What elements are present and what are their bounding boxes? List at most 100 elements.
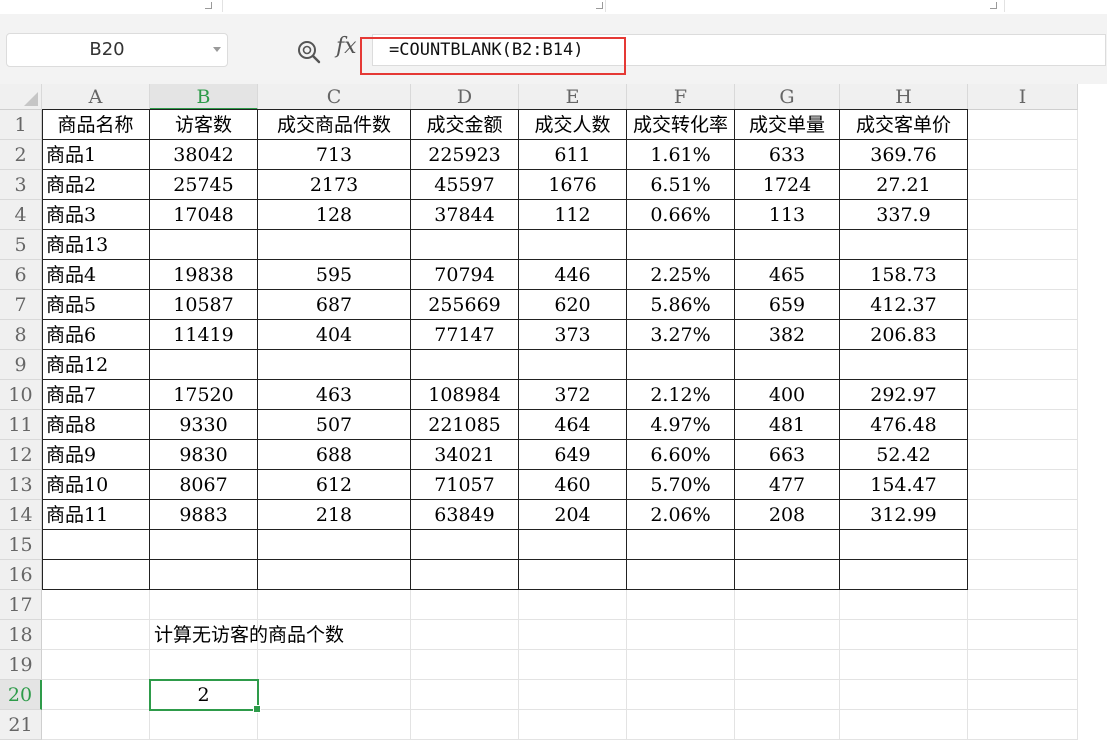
cell-d[interactable]: 34021 [411, 440, 519, 470]
cell-b[interactable]: 17520 [150, 380, 258, 410]
row-header[interactable]: 12 [0, 440, 42, 470]
cell-i[interactable] [968, 650, 1078, 680]
row-header[interactable]: 18 [0, 620, 42, 650]
row-header[interactable]: 6 [0, 260, 42, 290]
cell-f[interactable] [627, 590, 735, 620]
cell-c[interactable]: 463 [258, 380, 411, 410]
cell-h[interactable]: 412.37 [840, 290, 968, 320]
column-header-i[interactable]: I [968, 84, 1078, 110]
dialog-launcher-icon[interactable] [596, 2, 603, 9]
cell-d[interactable] [411, 230, 519, 260]
row-header[interactable]: 9 [0, 350, 42, 380]
cell-e[interactable]: 620 [519, 290, 627, 320]
cell-b[interactable]: 11419 [150, 320, 258, 350]
row-header[interactable]: 8 [0, 320, 42, 350]
cell-a[interactable]: 商品6 [42, 320, 150, 350]
cell-c[interactable] [258, 350, 411, 380]
cell-g[interactable] [735, 560, 840, 590]
cell-a[interactable] [42, 650, 150, 680]
cell-i[interactable] [968, 530, 1078, 560]
row-header[interactable]: 4 [0, 200, 42, 230]
cell-i[interactable] [968, 590, 1078, 620]
cell-c[interactable] [258, 620, 411, 650]
cell-d[interactable]: 37844 [411, 200, 519, 230]
chevron-down-icon[interactable] [213, 47, 221, 52]
cell-b[interactable]: 访客数 [150, 110, 258, 140]
cell-g[interactable]: 481 [735, 410, 840, 440]
cell-c[interactable]: 2173 [258, 170, 411, 200]
cell-a[interactable] [42, 620, 150, 650]
cell-g[interactable] [735, 590, 840, 620]
row-header[interactable]: 1 [0, 110, 42, 140]
dialog-launcher-icon[interactable] [990, 2, 997, 9]
row-header[interactable]: 21 [0, 710, 42, 740]
cell-c[interactable] [258, 230, 411, 260]
cell-d[interactable]: 225923 [411, 140, 519, 170]
cell-d[interactable] [411, 530, 519, 560]
cell-a[interactable]: 商品名称 [42, 110, 150, 140]
cell-i[interactable] [968, 260, 1078, 290]
cell-h[interactable] [840, 350, 968, 380]
cell-h[interactable]: 27.21 [840, 170, 968, 200]
cell-c[interactable] [258, 560, 411, 590]
cell-e[interactable] [519, 230, 627, 260]
cell-b[interactable] [150, 590, 258, 620]
row-header[interactable]: 7 [0, 290, 42, 320]
cell-i[interactable] [968, 620, 1078, 650]
cell-b[interactable]: 计算无访客的商品个数 [150, 620, 344, 650]
cell-e[interactable]: 112 [519, 200, 627, 230]
cell-i[interactable] [968, 470, 1078, 500]
cell-c[interactable] [258, 530, 411, 560]
cell-e[interactable]: 成交人数 [519, 110, 627, 140]
cell-b[interactable]: 19838 [150, 260, 258, 290]
cell-g[interactable]: 400 [735, 380, 840, 410]
cell-a[interactable]: 商品7 [42, 380, 150, 410]
cell-c[interactable] [258, 590, 411, 620]
zoom-icon[interactable] [296, 39, 322, 65]
cell-g[interactable] [735, 680, 840, 710]
cell-f[interactable]: 2.25% [627, 260, 735, 290]
row-header[interactable]: 19 [0, 650, 42, 680]
cell-a[interactable]: 商品2 [42, 170, 150, 200]
cell-d[interactable] [411, 350, 519, 380]
cell-i[interactable] [968, 560, 1078, 590]
cell-a[interactable]: 商品13 [42, 230, 150, 260]
cell-d[interactable]: 255669 [411, 290, 519, 320]
cell-i[interactable] [968, 110, 1078, 140]
row-header[interactable]: 3 [0, 170, 42, 200]
cell-f[interactable]: 5.70% [627, 470, 735, 500]
cell-g[interactable]: 477 [735, 470, 840, 500]
dialog-launcher-icon[interactable] [205, 2, 212, 9]
cell-i[interactable] [968, 440, 1078, 470]
select-all-corner[interactable] [0, 84, 42, 110]
cell-d[interactable] [411, 560, 519, 590]
cell-i[interactable] [968, 410, 1078, 440]
cell-i[interactable] [968, 680, 1078, 710]
cell-h[interactable]: 312.99 [840, 500, 968, 530]
cell-g[interactable]: 113 [735, 200, 840, 230]
cell-g[interactable] [735, 230, 840, 260]
cell-b[interactable]: 9830 [150, 440, 258, 470]
cell-a[interactable]: 商品11 [42, 500, 150, 530]
cell-i[interactable] [968, 380, 1078, 410]
row-header[interactable]: 15 [0, 530, 42, 560]
cell-f[interactable] [627, 350, 735, 380]
cell-b[interactable] [150, 650, 258, 680]
cell-b[interactable]: 38042 [150, 140, 258, 170]
cell-h[interactable] [840, 710, 968, 740]
cell-a[interactable]: 商品1 [42, 140, 150, 170]
cell-e[interactable]: 464 [519, 410, 627, 440]
cell-i[interactable] [968, 170, 1078, 200]
cell-f[interactable]: 6.60% [627, 440, 735, 470]
cell-g[interactable]: 659 [735, 290, 840, 320]
cell-e[interactable] [519, 680, 627, 710]
cell-g[interactable] [735, 530, 840, 560]
cell-d[interactable] [411, 620, 519, 650]
cell-e[interactable]: 611 [519, 140, 627, 170]
cell-g[interactable]: 465 [735, 260, 840, 290]
cell-b[interactable]: 25745 [150, 170, 258, 200]
cell-c[interactable]: 595 [258, 260, 411, 290]
cell-g[interactable] [735, 350, 840, 380]
cell-i[interactable] [968, 290, 1078, 320]
column-header-c[interactable]: C [258, 84, 411, 110]
